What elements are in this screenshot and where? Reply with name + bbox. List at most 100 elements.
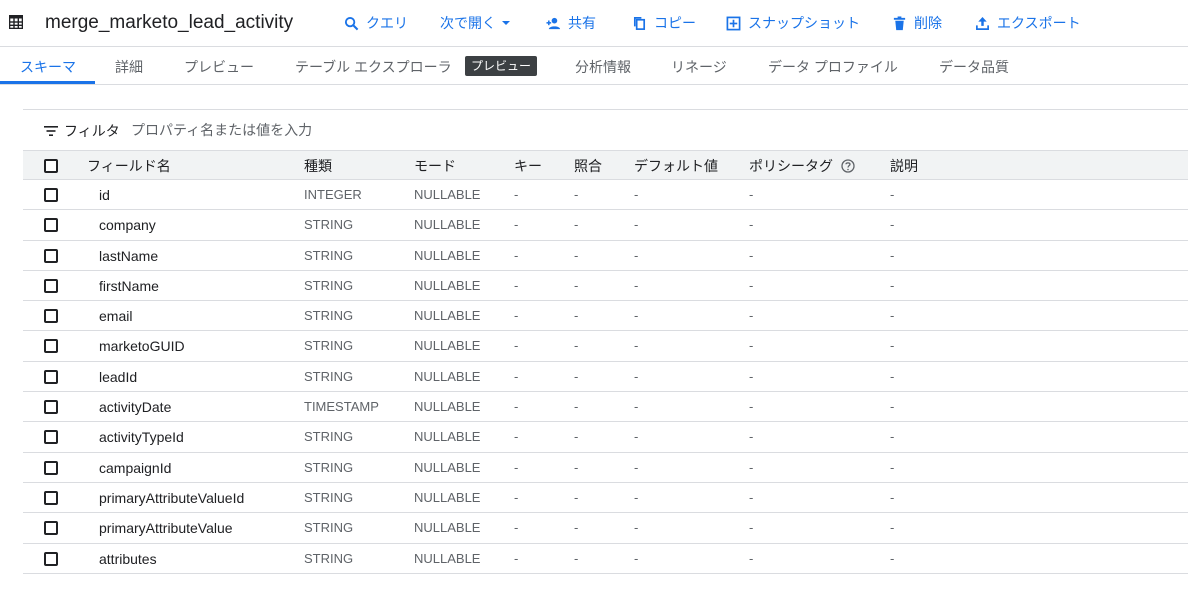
tab-table-explorer[interactable]: テーブル エクスプローラ — [295, 57, 452, 77]
field-type: STRING — [304, 368, 354, 384]
field-description: - — [890, 429, 895, 445]
table-row: primaryAttributeValue STRING NULLABLE - - - - - — [23, 513, 1188, 544]
column-header-key[interactable]: キー — [514, 151, 542, 181]
policy-tags-label: ポリシータグ — [749, 158, 833, 174]
field-name[interactable]: activityTypeId — [99, 422, 184, 452]
delete-button[interactable]: 削除 — [892, 13, 942, 33]
column-header-mode[interactable]: モード — [414, 151, 456, 181]
table-row: campaignId STRING NULLABLE - - - - - — [23, 453, 1188, 483]
field-name[interactable]: leadId — [99, 362, 137, 392]
query-button[interactable]: クエリ — [344, 13, 408, 33]
row-checkbox[interactable] — [44, 430, 58, 445]
field-description: - — [890, 247, 895, 263]
field-default-value: - — [634, 247, 639, 263]
row-checkbox[interactable] — [44, 369, 58, 384]
field-name[interactable]: marketoGUID — [99, 331, 185, 361]
field-collation: - — [574, 247, 579, 263]
field-type: STRING — [304, 550, 354, 566]
tab-data-quality[interactable]: データ品質 — [939, 57, 1009, 77]
field-description: - — [890, 489, 895, 505]
field-collation: - — [574, 489, 579, 505]
field-mode: NULLABLE — [414, 489, 481, 505]
row-checkbox[interactable] — [44, 278, 58, 293]
row-checkbox[interactable] — [44, 490, 58, 505]
tab-schema[interactable]: スキーマ — [20, 57, 76, 77]
row-checkbox[interactable] — [44, 218, 58, 233]
row-checkbox[interactable] — [44, 521, 58, 536]
help-icon[interactable] — [841, 159, 855, 173]
column-header-default-value[interactable]: デフォルト値 — [634, 151, 718, 181]
open-with-label: 次で開く — [440, 15, 496, 31]
field-collation: - — [574, 520, 579, 536]
column-header-policy-tags[interactable]: ポリシータグ — [749, 151, 855, 181]
open-with-button[interactable]: 次で開く — [440, 13, 511, 33]
tab-details[interactable]: 詳細 — [115, 57, 143, 77]
field-key: - — [514, 308, 519, 324]
field-name[interactable]: primaryAttributeValueId — [99, 483, 244, 513]
row-checkbox[interactable] — [44, 400, 58, 415]
tab-lineage[interactable]: リネージ — [671, 57, 727, 77]
field-description: - — [890, 368, 895, 384]
field-name[interactable]: activityDate — [99, 392, 171, 422]
row-checkbox[interactable] — [44, 188, 58, 202]
field-key: - — [514, 368, 519, 384]
caret-down-icon — [502, 21, 510, 25]
select-all-checkbox[interactable] — [44, 159, 58, 173]
field-policy-tags: - — [749, 338, 754, 354]
row-checkbox[interactable] — [44, 460, 58, 475]
field-name[interactable]: primaryAttributeValue — [99, 513, 233, 543]
field-policy-tags: - — [749, 399, 754, 415]
snapshot-button[interactable]: スナップショット — [726, 13, 860, 33]
field-description: - — [890, 459, 895, 475]
tab-preview[interactable]: プレビュー — [184, 57, 254, 77]
column-header-type[interactable]: 種類 — [304, 151, 332, 181]
active-tab-indicator — [0, 81, 95, 84]
share-button[interactable]: 共有 — [546, 13, 596, 33]
field-default-value: - — [634, 277, 639, 293]
field-key: - — [514, 247, 519, 263]
field-type: STRING — [304, 277, 354, 293]
field-mode: NULLABLE — [414, 277, 481, 293]
field-default-value: - — [634, 368, 639, 384]
field-mode: NULLABLE — [414, 459, 481, 475]
field-key: - — [514, 399, 519, 415]
field-name[interactable]: campaignId — [99, 453, 171, 483]
filter-icon[interactable] — [44, 125, 58, 137]
field-description: - — [890, 520, 895, 536]
field-type: STRING — [304, 429, 354, 445]
copy-button[interactable]: コピー — [632, 13, 696, 33]
field-type: STRING — [304, 247, 354, 263]
field-default-value: - — [634, 550, 639, 566]
field-mode: NULLABLE — [414, 368, 481, 384]
field-type: TIMESTAMP — [304, 399, 379, 415]
field-mode: NULLABLE — [414, 550, 481, 566]
field-policy-tags: - — [749, 217, 754, 233]
field-name[interactable]: id — [99, 180, 110, 210]
field-default-value: - — [634, 489, 639, 505]
row-checkbox[interactable] — [44, 309, 58, 324]
row-checkbox[interactable] — [44, 339, 58, 354]
tab-data-profile[interactable]: データ プロファイル — [768, 57, 898, 77]
field-name[interactable]: company — [99, 210, 156, 240]
filter-input[interactable] — [131, 118, 631, 142]
column-header-field-name[interactable]: フィールド名 — [87, 151, 171, 181]
tab-insights[interactable]: 分析情報 — [575, 57, 631, 77]
field-name[interactable]: firstName — [99, 271, 159, 301]
field-default-value: - — [634, 308, 639, 324]
field-mode: NULLABLE — [414, 338, 481, 354]
field-name[interactable]: lastName — [99, 241, 158, 271]
field-policy-tags: - — [749, 247, 754, 263]
field-name[interactable]: email — [99, 301, 132, 331]
row-checkbox[interactable] — [44, 551, 58, 566]
column-header-description[interactable]: 説明 — [890, 151, 918, 181]
field-description: - — [890, 550, 895, 566]
table-title: merge_marketo_lead_activity — [45, 12, 294, 33]
field-default-value: - — [634, 429, 639, 445]
field-name[interactable]: attributes — [99, 544, 157, 574]
column-header-collation[interactable]: 照合 — [574, 151, 602, 181]
field-default-value: - — [634, 399, 639, 415]
export-button[interactable]: エクスポート — [975, 13, 1081, 33]
field-default-value: - — [634, 217, 639, 233]
row-checkbox[interactable] — [44, 248, 58, 263]
field-collation: - — [574, 550, 579, 566]
